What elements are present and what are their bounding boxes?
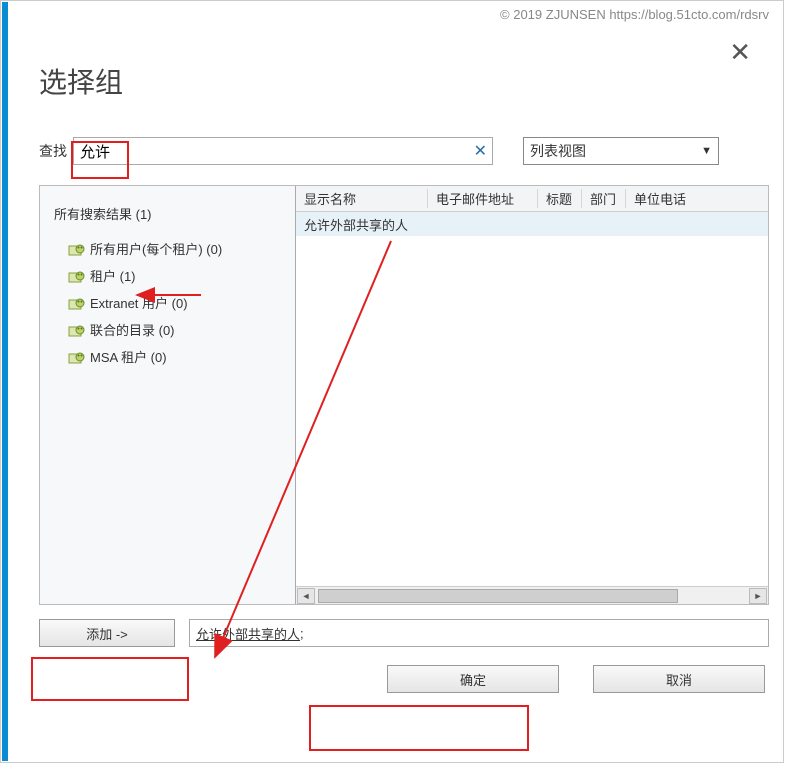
tree-item-label: 联合的目录 (0) xyxy=(90,320,175,339)
scroll-left-icon[interactable]: ◄ xyxy=(297,588,315,604)
tree-title: 所有搜索结果 (1) xyxy=(54,204,281,223)
source-tree-panel: 所有搜索结果 (1) 所有用户(每个租户) (0) 租户 (1) xyxy=(40,186,296,604)
col-dept[interactable]: 部门 xyxy=(582,189,626,208)
tree-item-label: 所有用户(每个租户) (0) xyxy=(90,239,222,258)
cancel-button[interactable]: 取消 xyxy=(593,665,765,693)
group-icon xyxy=(68,322,86,338)
selected-member-sep: ; xyxy=(300,626,304,641)
dialog-frame: © 2019 ZJUNSEN https://blog.51cto.com/rd… xyxy=(0,0,784,763)
tree-item-extranet[interactable]: Extranet 用户 (0) xyxy=(54,289,281,316)
cell-display-name: 允许外部共享的人 xyxy=(304,215,408,234)
tree-item-msa[interactable]: MSA 租户 (0) xyxy=(54,343,281,370)
search-input[interactable] xyxy=(73,137,493,165)
clear-search-icon[interactable]: ✕ xyxy=(474,141,487,161)
grid-row[interactable]: 允许外部共享的人 xyxy=(296,212,768,236)
horizontal-scrollbar[interactable]: ◄ ► xyxy=(296,586,768,604)
watermark-text: © 2019 ZJUNSEN https://blog.51cto.com/rd… xyxy=(500,7,769,22)
col-phone[interactable]: 单位电话 xyxy=(626,189,768,208)
view-mode-label: 列表视图 xyxy=(530,141,586,161)
tree-item-all-users[interactable]: 所有用户(每个租户) (0) xyxy=(54,235,281,262)
chevron-down-icon: ▼ xyxy=(701,145,712,157)
tree-item-label: Extranet 用户 (0) xyxy=(90,293,188,312)
group-icon xyxy=(68,349,86,365)
annotation-box xyxy=(309,705,529,751)
dialog-title: 选择组 xyxy=(39,61,769,101)
accent-bar xyxy=(2,2,8,761)
grid-header: 显示名称 电子邮件地址 标题 部门 单位电话 xyxy=(296,186,768,212)
group-icon xyxy=(68,268,86,284)
tree-item-label: MSA 租户 (0) xyxy=(90,347,167,366)
search-label: 查找 xyxy=(39,141,67,161)
col-display-name[interactable]: 显示名称 xyxy=(296,189,428,208)
ok-button[interactable]: 确定 xyxy=(387,665,559,693)
search-box: ✕ xyxy=(73,137,493,165)
selected-members-field[interactable]: 允许外部共享的人; xyxy=(189,619,769,647)
col-title[interactable]: 标题 xyxy=(538,189,582,208)
tree-item-label: 租户 (1) xyxy=(90,266,136,285)
dialog-button-row: 确定 取消 xyxy=(39,665,769,693)
grid-body: 允许外部共享的人 xyxy=(296,212,768,586)
group-icon xyxy=(68,295,86,311)
scroll-thumb[interactable] xyxy=(318,589,678,603)
search-row: 查找 ✕ 列表视图 ▼ xyxy=(39,137,769,165)
add-button[interactable]: 添加 -> xyxy=(39,619,175,647)
view-mode-select[interactable]: 列表视图 ▼ xyxy=(523,137,719,165)
results-grid: 显示名称 电子邮件地址 标题 部门 单位电话 允许外部共享的人 ◄ ► xyxy=(296,186,768,604)
add-row: 添加 -> 允许外部共享的人; xyxy=(39,619,769,647)
scroll-right-icon[interactable]: ► xyxy=(749,588,767,604)
select-group-dialog: 选择组 查找 ✕ 列表视图 ▼ 所有搜索结果 (1) 所有用户(每个租户) (0… xyxy=(39,61,769,693)
selected-member-chip: 允许外部共享的人 xyxy=(196,624,300,643)
col-email[interactable]: 电子邮件地址 xyxy=(428,189,538,208)
tree-item-federated[interactable]: 联合的目录 (0) xyxy=(54,316,281,343)
group-icon xyxy=(68,241,86,257)
picker-main-area: 所有搜索结果 (1) 所有用户(每个租户) (0) 租户 (1) xyxy=(39,185,769,605)
tree-item-tenant[interactable]: 租户 (1) xyxy=(54,262,281,289)
